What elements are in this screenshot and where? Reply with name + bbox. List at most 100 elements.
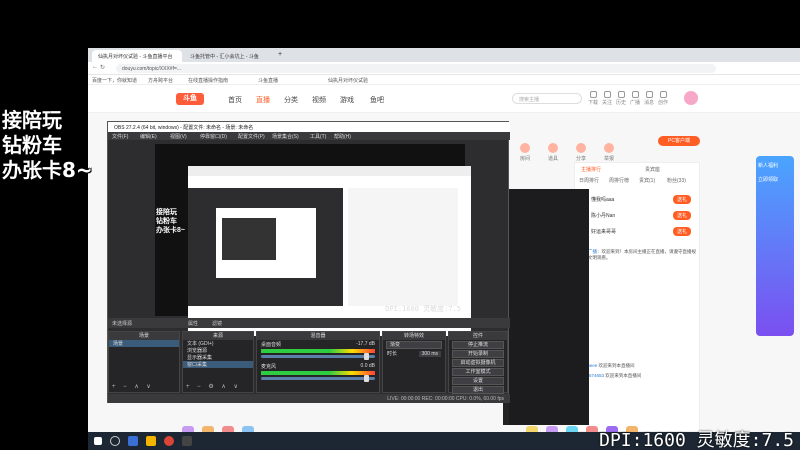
tab-label: 斗鱼托管中 - 汇小会坑上 - 斗鱼 (190, 54, 259, 60)
chat-message: 系统广播：欢迎来到！本房间主播正在直播，请遵守直播规范，文明观看。 (579, 249, 696, 260)
gift-button[interactable]: 送礼 (672, 195, 691, 204)
browser-tab[interactable]: 斗鱼托管中 - 汇小会坑上 - 斗鱼 (184, 50, 274, 62)
menu-help[interactable]: 帮助(H) (334, 133, 351, 140)
nav-fishbar[interactable]: 鱼吧 (370, 95, 384, 105)
header-icon-label: 下载 (588, 100, 599, 106)
slider-handle[interactable] (364, 353, 369, 360)
slider-handle[interactable] (364, 375, 369, 382)
nav-home[interactable]: 首页 (228, 95, 242, 105)
bookmark[interactable]: 方舟跨平台 (148, 77, 173, 84)
rank-user-name: 懂我吗aaa (591, 197, 615, 203)
subtab[interactable]: 周排行榜 (609, 177, 629, 184)
props-icon[interactable]: 道具 (542, 143, 564, 162)
bookmark[interactable]: 斗鱼直播 (258, 77, 278, 84)
task-view-icon[interactable] (128, 436, 138, 446)
follow-icon[interactable]: 关注 (602, 91, 612, 106)
chrome-icon[interactable] (164, 436, 174, 446)
nav-category[interactable]: 分类 (284, 95, 298, 105)
nav-game[interactable]: 游戏 (340, 95, 354, 105)
search-input[interactable]: 搜索主播 (512, 93, 582, 104)
scene-tools[interactable]: + − ∧ ∨ (112, 383, 154, 390)
start-recording-button[interactable]: 开始录制 (452, 350, 504, 358)
browser-tab-active[interactable]: 仙执月对坏仪试验 - 斗鱼直播平台 (92, 50, 182, 62)
menu-tools[interactable]: 工具(T) (310, 133, 326, 140)
header-icon-label: 历史 (616, 100, 627, 106)
reload-icon[interactable]: ↻ (100, 64, 105, 71)
rank-user-name: 陈小丹Nan (591, 213, 616, 219)
windows-start-icon[interactable] (94, 437, 102, 445)
audio-meter (261, 349, 375, 353)
subtab[interactable]: 贵宾(1) (639, 177, 655, 184)
room-icon[interactable]: 房间 (514, 143, 536, 162)
header-icon-label: 创作 (658, 100, 669, 106)
create-icon[interactable]: 创作 (658, 91, 668, 106)
menu-view[interactable]: 视图(V) (170, 133, 187, 140)
message-icon[interactable]: 消息 (644, 91, 654, 106)
volume-slider[interactable] (261, 375, 375, 382)
exit-button[interactable]: 退出 (452, 386, 504, 394)
bookmark[interactable]: 在线直播操作指南 (188, 77, 228, 84)
rank-user[interactable]: 陈小丹Nan 送礼 (579, 209, 697, 221)
share-icon[interactable]: 分享 (570, 143, 592, 162)
virtual-camera-button[interactable]: 启动虚拟摄像机 (452, 359, 504, 367)
gift-button[interactable]: 送礼 (672, 211, 691, 220)
menu-file[interactable]: 文件(F) (112, 133, 128, 140)
source-item[interactable]: 显示器采集 (183, 354, 253, 361)
rank-user[interactable]: 懂我吗aaa 送礼 (579, 193, 697, 205)
download-icon[interactable]: 下载 (588, 91, 598, 106)
obs-icon[interactable] (182, 436, 192, 446)
broadcast-icon[interactable]: 广播 (630, 91, 640, 106)
report-icon[interactable]: 举报 (598, 143, 620, 162)
new-tab-button[interactable]: + (276, 50, 286, 62)
background-window (509, 189, 589, 425)
duration-input[interactable]: 300 ms (418, 351, 441, 357)
rank-tab[interactable]: 主播排行 (581, 166, 601, 173)
history-icon[interactable]: 历史 (616, 91, 626, 106)
subtab[interactable]: 日周排行 (579, 177, 599, 184)
studio-mode-button[interactable]: 工作室模式 (452, 368, 504, 376)
search-icon[interactable] (110, 436, 120, 446)
url-input[interactable]: douyu.com/topic/XXX#f=... (116, 64, 716, 73)
panel-title: 混音器 (257, 332, 379, 340)
transition-select[interactable]: 渐变 (386, 341, 442, 349)
source-tools[interactable]: + − ⚙ ∧ ∨ (186, 383, 241, 390)
dpi-overlay: DPI:1600 灵敏度:7.5 (599, 430, 794, 450)
back-icon[interactable]: ← (92, 64, 98, 70)
obs-preview[interactable]: 接陪玩 钻粉车 办张卡8~ DPI:1600 灵敏度:7.5 (155, 144, 471, 336)
source-item[interactable]: 文本 (GDI+) (183, 340, 253, 347)
duration-row: 时长 300 ms (383, 350, 445, 357)
overlay-line: 钻粉车 (2, 133, 62, 157)
header-icon-label: 关注 (602, 100, 613, 106)
pc-client-button[interactable]: PC客户端 (658, 136, 700, 146)
track-name: 桌面音频 (261, 342, 282, 348)
menu-scene-collection[interactable]: 场景集合(S) (272, 133, 299, 140)
promo-banner[interactable]: 新人福利 立即领取 (756, 156, 794, 336)
settings-button[interactable]: 设置 (452, 377, 504, 385)
properties-button[interactable]: 属性 (188, 320, 198, 327)
vip-tab[interactable]: 贵宾座 (645, 166, 660, 173)
rank-user[interactable]: 好运来哥哥 送礼 (579, 225, 697, 237)
site-logo[interactable]: 斗鱼 (176, 93, 204, 105)
nested-overlay-line: 办张卡8~ (156, 227, 185, 234)
folder-icon[interactable] (146, 436, 156, 446)
menu-docks[interactable]: 停靠窗口(D) (200, 133, 227, 140)
nav-live[interactable]: 直播 (256, 95, 270, 105)
stop-stream-button[interactable]: 停止推流 (452, 341, 504, 349)
gift-button[interactable]: 送礼 (672, 227, 691, 236)
promo-action: 立即领取 (758, 177, 779, 183)
audio-meter (261, 371, 375, 375)
chat-text: 欢迎来到本直播间 (598, 363, 635, 368)
overlay-line: 办张卡8~ (2, 158, 93, 182)
filters-button[interactable]: 滤镜 (212, 320, 222, 327)
menu-edit[interactable]: 编辑(E) (140, 133, 157, 140)
bookmark[interactable]: 百度一下，你就知道 (92, 77, 137, 84)
subtab[interactable]: 粉丝(33) (667, 177, 686, 184)
source-item[interactable]: 窗口采集 (183, 361, 253, 368)
source-item[interactable]: 浏览器源 (183, 347, 253, 354)
scene-item[interactable]: 场景 (109, 340, 179, 347)
menu-profile[interactable]: 配置文件(P) (238, 133, 265, 140)
bookmark[interactable]: 仙执月对坏仪试验 (328, 77, 368, 84)
nav-video[interactable]: 视频 (312, 95, 326, 105)
volume-slider[interactable] (261, 353, 375, 360)
user-avatar[interactable] (684, 91, 698, 105)
